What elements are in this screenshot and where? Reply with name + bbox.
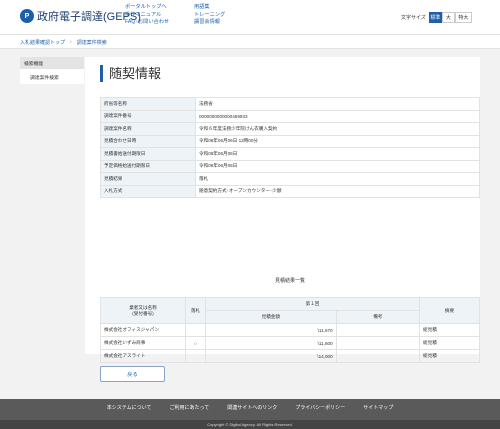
link-faq[interactable]: FAQ･お問い合わせ [125, 19, 169, 27]
footer-link-related[interactable]: 関連サイトへのリンク [227, 404, 277, 411]
company-cell: 株式会社アスライト [100, 349, 186, 363]
amount-cell: \11,600 [205, 336, 337, 350]
link-portal-top[interactable]: ポータルトップへ [125, 4, 169, 12]
footer: 本システムについて ご利用にあたって 関連サイトへのリンク プライバシーポリシー… [0, 399, 500, 429]
header: P 政府電子調達(GEPS) ポータルトップへ 操作マニュアル FAQ･お問い合… [0, 0, 500, 34]
geps-logo-icon: P [20, 9, 34, 23]
info-value: 令和06年06月06日 [195, 159, 480, 173]
header-links-primary: ポータルトップへ 操作マニュアル FAQ･お問い合わせ [125, 4, 169, 27]
sidebar-item-search[interactable]: 調達案件検索 [20, 69, 84, 84]
info-row: 見積結果 落札 [100, 172, 480, 186]
breadcrumb: 入札結果確認トップ › 調達案件検索 [0, 34, 500, 49]
header-remarks: 備考 [335, 310, 421, 324]
table-row: 株式会社オフィスジャパン \11,670 総見積 [100, 323, 480, 337]
info-value: 落札 [195, 172, 480, 186]
info-value: 0000000000000459933 [195, 109, 480, 123]
link-seminar[interactable]: 講習会情報 [194, 19, 225, 27]
footer-link-about[interactable]: 本システムについて [107, 404, 152, 411]
page-title: 随契情報 [100, 65, 161, 82]
info-label: 調達案件番号 [100, 109, 196, 123]
company-cell: 株式会社オフィスジャパン [100, 323, 186, 337]
font-size-large-button[interactable]: 大 [441, 12, 455, 23]
table-row: 株式会社アスライト \14,000 総見積 [100, 349, 480, 363]
link-training[interactable]: トレーニング [194, 12, 225, 20]
copyright: Copyright © Digital Agency. All Rights R… [0, 420, 500, 429]
info-label: 見積結果 [100, 172, 196, 186]
info-label: 調達案件名称 [100, 122, 196, 136]
logo[interactable]: P 政府電子調達(GEPS) [20, 8, 141, 24]
header-amount: 見積金額 [205, 310, 337, 324]
info-label: 見積書始送付期限日 [100, 147, 196, 161]
footer-link-privacy[interactable]: プライバシーポリシー [295, 404, 345, 411]
sidebar-title: 検索機能 [20, 57, 84, 69]
header-company: 業者又は名称 (受付番号) [100, 297, 186, 324]
info-label: 入札方式 [100, 184, 196, 198]
header-links-secondary: 用語集 トレーニング 講習会情報 [194, 4, 225, 27]
font-size-label: 文字サイズ [401, 15, 426, 21]
remarks-cell [335, 349, 421, 363]
header-notes: 摘要 [419, 297, 480, 324]
font-size-switcher: 文字サイズ 標準 大 特大 [401, 12, 472, 23]
info-label: 見積合わせ日時 [100, 134, 196, 148]
info-row: 入札方式 随意契約方式･オープンカウンター･少額 [100, 184, 480, 198]
notes-cell: 総見積 [419, 349, 480, 363]
amount-cell: \14,000 [205, 349, 337, 363]
sidebar: 検索機能 調達案件検索 [20, 57, 84, 84]
result-table: 業者又は名称 (受付番号) 落札 第１回 摘要 見積金額 備考 株式会社オフィス… [100, 297, 480, 363]
remarks-cell [335, 323, 421, 337]
info-row: 調達案件名称 令和６年度法務少年院けん衣購入契約 [100, 122, 480, 136]
info-value: 令和６年度法務少年院けん衣購入契約 [195, 122, 480, 136]
notes-cell: 総見積 [419, 323, 480, 337]
winner-cell: ○ [185, 336, 206, 350]
result-title: 見積結果一覧 [274, 278, 305, 284]
winner-cell [185, 349, 206, 363]
footer-links: 本システムについて ご利用にあたって 関連サイトへのリンク プライバシーポリシー… [0, 404, 500, 411]
link-glossary[interactable]: 用語集 [194, 4, 225, 12]
info-value: 令和06年06月06日 [195, 147, 480, 161]
header-winner: 落札 [185, 297, 206, 324]
info-row: 見積合わせ日時 令和06年06月06日 13時00分 [100, 134, 480, 148]
company-cell: 株式会社いずみ商事 [100, 336, 186, 350]
info-label: 予定価格始送付期限日 [100, 159, 196, 173]
winner-cell [185, 323, 206, 337]
header-round: 第１回 [205, 297, 420, 311]
breadcrumb-item-search[interactable]: 調達案件検索 [77, 39, 107, 46]
info-row: 府省等名称 法務省 [100, 97, 480, 111]
info-value: 令和06年06月06日 13時00分 [195, 134, 480, 148]
table-row: 株式会社いずみ商事 ○ \11,600 総見積 [100, 336, 480, 350]
info-row: 調達案件番号 0000000000000459933 [100, 109, 480, 123]
footer-link-usage[interactable]: ご利用にあたって [170, 404, 210, 411]
remarks-cell [335, 336, 421, 350]
info-row: 予定価格始送付期限日 令和06年06月06日 [100, 159, 480, 173]
breadcrumb-item-top[interactable]: 入札結果確認トップ [20, 39, 65, 46]
info-label: 府省等名称 [100, 97, 196, 111]
info-value: 随意契約方式･オープンカウンター･少額 [195, 184, 480, 198]
back-button[interactable]: 戻る [100, 366, 165, 382]
info-row: 見積書始送付期限日 令和06年06月06日 [100, 147, 480, 161]
amount-cell: \11,670 [205, 323, 337, 337]
chevron-right-icon: › [70, 39, 72, 45]
main-content: 随契情報 府省等名称 法務省 調達案件番号 0000000000000459933 調達… [85, 57, 480, 363]
contract-info-table: 府省等名称 法務省 調達案件番号 0000000000000459933 調達案件名称令… [100, 97, 480, 198]
info-value: 法務省 [195, 97, 480, 111]
font-size-standard-button[interactable]: 標準 [428, 12, 442, 23]
footer-link-sitemap[interactable]: サイトマップ [363, 404, 393, 411]
font-size-xlarge-button[interactable]: 特大 [454, 12, 472, 23]
link-manual[interactable]: 操作マニュアル [125, 12, 169, 20]
notes-cell: 総見積 [419, 336, 480, 350]
